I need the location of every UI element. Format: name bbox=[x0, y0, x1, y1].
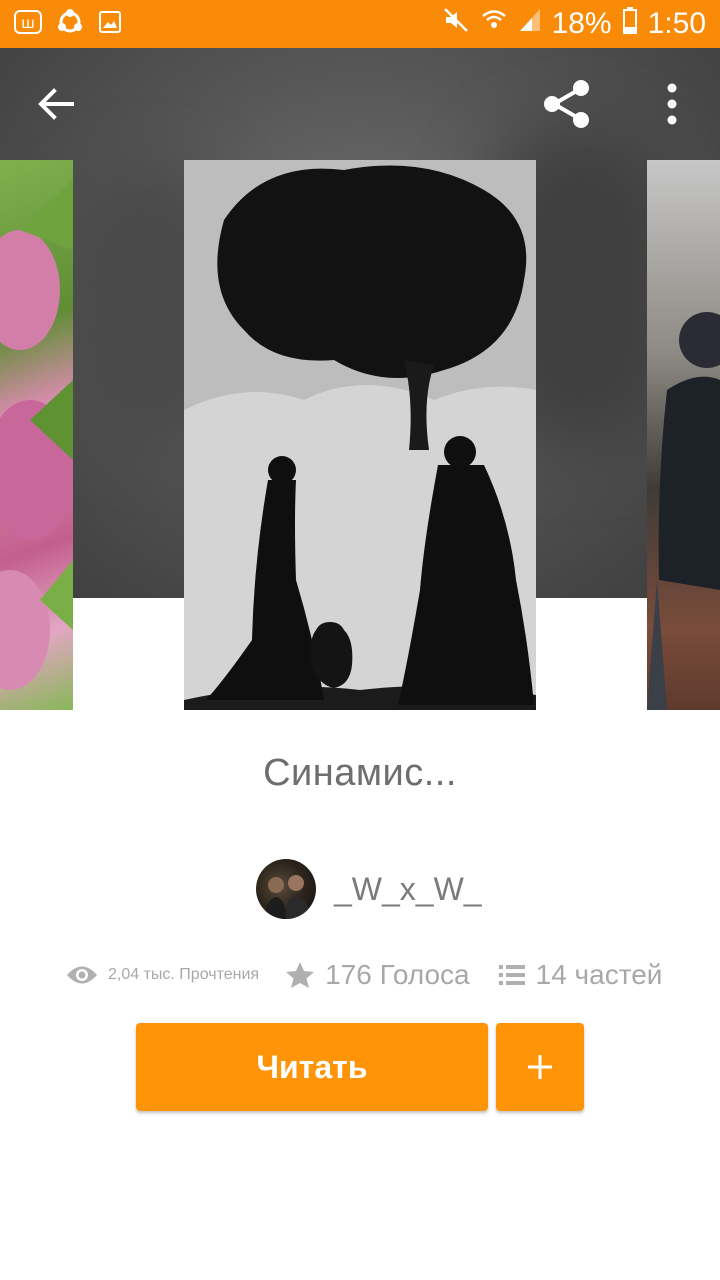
read-button[interactable]: Читать bbox=[136, 1023, 488, 1111]
parts-stat: 14 частей bbox=[498, 959, 663, 991]
more-button[interactable] bbox=[652, 78, 692, 130]
share-button[interactable] bbox=[540, 78, 594, 130]
wifi-icon bbox=[480, 6, 508, 42]
votes-count: 176 Голоса bbox=[325, 959, 470, 990]
reads-count: 2,04 тыс. Прочтения bbox=[108, 966, 260, 983]
previous-story-cover[interactable] bbox=[0, 160, 73, 710]
author-name[interactable]: _W_x_W_ bbox=[334, 871, 482, 908]
add-to-library-button[interactable] bbox=[496, 1023, 584, 1111]
battery-percent: 18% bbox=[551, 7, 612, 40]
star-icon bbox=[286, 962, 315, 988]
parts-count[interactable]: 14 частей bbox=[536, 959, 663, 991]
status-bar: ш 18% 1:50 bbox=[0, 0, 720, 48]
story-stats: 2,04 тыс. Прочтения 176 Голоса 14 частей bbox=[66, 950, 666, 1000]
back-button[interactable] bbox=[32, 80, 80, 128]
clock: 1:50 bbox=[647, 7, 706, 40]
more-vert-icon bbox=[667, 83, 677, 125]
arrow-back-icon bbox=[38, 88, 74, 120]
story-cover[interactable] bbox=[184, 160, 536, 710]
story-title: Синамис... bbox=[263, 752, 457, 794]
eye-icon bbox=[67, 966, 97, 984]
svg-text:ш: ш bbox=[21, 14, 35, 32]
sync-icon bbox=[56, 8, 84, 41]
reads-stat: 2,04 тыс. Прочтения bbox=[66, 964, 259, 986]
author-row[interactable]: _W_x_W_ bbox=[256, 858, 482, 920]
signal-icon bbox=[518, 7, 542, 41]
image-icon bbox=[98, 10, 122, 39]
next-story-cover[interactable] bbox=[647, 160, 720, 710]
votes-stat: 176 Голоса bbox=[285, 959, 470, 991]
toolbar bbox=[0, 48, 720, 160]
plus-icon bbox=[528, 1055, 552, 1079]
share-icon bbox=[544, 80, 589, 128]
mute-icon bbox=[442, 6, 470, 42]
battery-icon bbox=[622, 6, 638, 42]
wattpad-icon: ш bbox=[14, 9, 42, 39]
avatar[interactable] bbox=[256, 859, 316, 919]
list-icon bbox=[498, 965, 525, 985]
